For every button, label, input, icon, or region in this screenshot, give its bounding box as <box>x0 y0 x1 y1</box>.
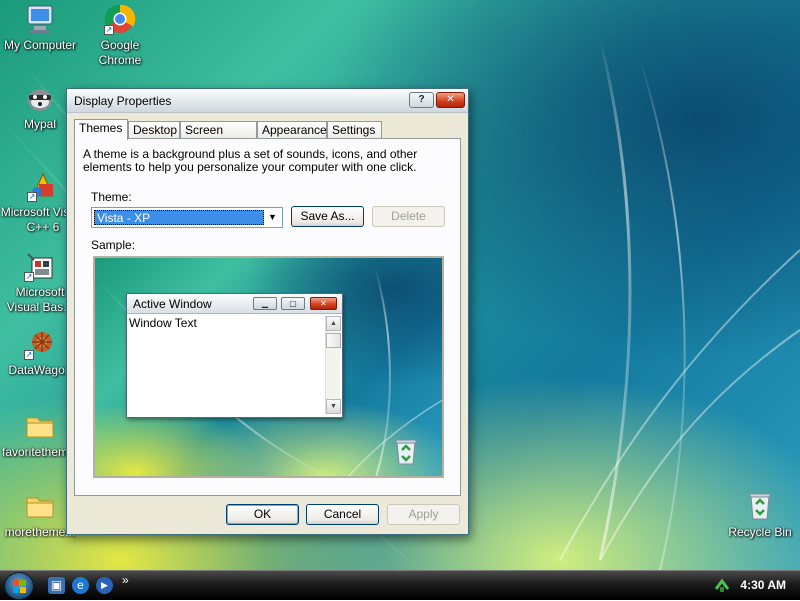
scroll-up-icon: ▲ <box>326 316 341 331</box>
desktop-icon-label: Google Chrome <box>98 38 142 67</box>
taskbar: ▣ e ▶ » 4:30 AM <box>0 570 800 600</box>
sample-active-window: Active Window ▁ ▢ ✕ Window Text ▲ ▼ <box>126 293 343 418</box>
visual-cpp-icon: ↗ <box>27 170 59 202</box>
scroll-down-icon: ▼ <box>326 399 341 414</box>
folder-icon <box>24 490 56 522</box>
computer-icon <box>24 3 56 35</box>
network-tray-icon[interactable] <box>714 577 730 596</box>
sample-window-title: Active Window <box>133 297 212 311</box>
close-icon: ✕ <box>310 297 337 310</box>
tab-settings[interactable]: Settings <box>327 121 382 139</box>
sample-recycle-bin-icon <box>395 439 417 465</box>
datawagon-icon: ↗ <box>24 328 56 360</box>
tab-screen-saver[interactable]: Screen Saver <box>180 121 257 153</box>
tab-desktop[interactable]: Desktop <box>128 121 180 139</box>
shortcut-arrow-icon: ↗ <box>24 272 34 282</box>
cancel-button[interactable]: Cancel <box>306 504 379 525</box>
system-tray: 4:30 AM <box>700 571 800 601</box>
desktop-icon-my-computer[interactable]: My Computer <box>0 3 82 53</box>
desktop-icon-label: My Computer <box>3 38 77 52</box>
sample-scrollbar: ▲ ▼ <box>325 316 341 414</box>
chrome-icon: ↗ <box>104 3 136 35</box>
dialog-titlebar[interactable]: Display Properties ? ✕ <box>67 89 468 113</box>
recycle-bin-icon <box>744 490 776 522</box>
tab-appearance[interactable]: Appearance <box>257 121 327 139</box>
sample-window-titlebar: Active Window ▁ ▢ ✕ <box>127 294 342 314</box>
theme-dropdown-value: Vista - XP <box>94 210 264 225</box>
sample-window-text: Window Text <box>129 316 197 330</box>
shortcut-arrow-icon: ↗ <box>104 25 114 35</box>
media-player-icon[interactable]: ▶ <box>96 577 113 594</box>
close-button[interactable]: ✕ <box>436 92 465 108</box>
desktop-icon-label: Recycle Bin <box>728 525 792 539</box>
scroll-thumb <box>326 333 341 348</box>
tab-themes[interactable]: Themes <box>74 119 128 140</box>
theme-sample-preview: Active Window ▁ ▢ ✕ Window Text ▲ ▼ <box>93 256 444 478</box>
internet-explorer-icon[interactable]: e <box>72 577 89 594</box>
save-as-button[interactable]: Save As... <box>291 206 364 227</box>
desktop: My Computer ↗ Google Chrome Mypal ↗ Micr… <box>0 0 800 570</box>
delete-button[interactable]: Delete <box>372 206 445 227</box>
minimize-icon: ▁ <box>253 297 277 310</box>
ok-button[interactable]: OK <box>226 504 299 525</box>
sample-label: Sample: <box>91 238 136 252</box>
folder-icon <box>24 410 56 442</box>
maximize-icon: ▢ <box>281 297 305 310</box>
clock[interactable]: 4:30 AM <box>740 578 786 592</box>
quicklaunch-overflow[interactable]: » <box>122 573 129 587</box>
visual-basic-icon: ↗ <box>24 250 56 282</box>
desktop-icon-recycle-bin[interactable]: Recycle Bin <box>718 490 800 540</box>
shortcut-arrow-icon: ↗ <box>24 350 34 360</box>
show-desktop-icon[interactable]: ▣ <box>48 577 65 594</box>
dropdown-arrow-icon[interactable]: ▼ <box>265 210 280 225</box>
theme-label: Theme: <box>91 190 132 204</box>
start-button[interactable] <box>4 572 34 600</box>
desktop-icon-google-chrome[interactable]: ↗ Google Chrome <box>78 3 162 68</box>
theme-dropdown[interactable]: Vista - XP ▼ <box>91 207 283 228</box>
windows-logo-icon <box>13 580 26 593</box>
dialog-title: Display Properties <box>74 94 172 108</box>
apply-button[interactable]: Apply <box>387 504 460 525</box>
help-button[interactable]: ? <box>409 92 434 108</box>
display-properties-dialog: Display Properties ? ✕ Themes Desktop Sc… <box>66 88 469 535</box>
themes-description: A theme is a background plus a set of so… <box>83 147 418 174</box>
shortcut-arrow-icon: ↗ <box>27 192 37 202</box>
raccoon-icon <box>24 82 56 114</box>
